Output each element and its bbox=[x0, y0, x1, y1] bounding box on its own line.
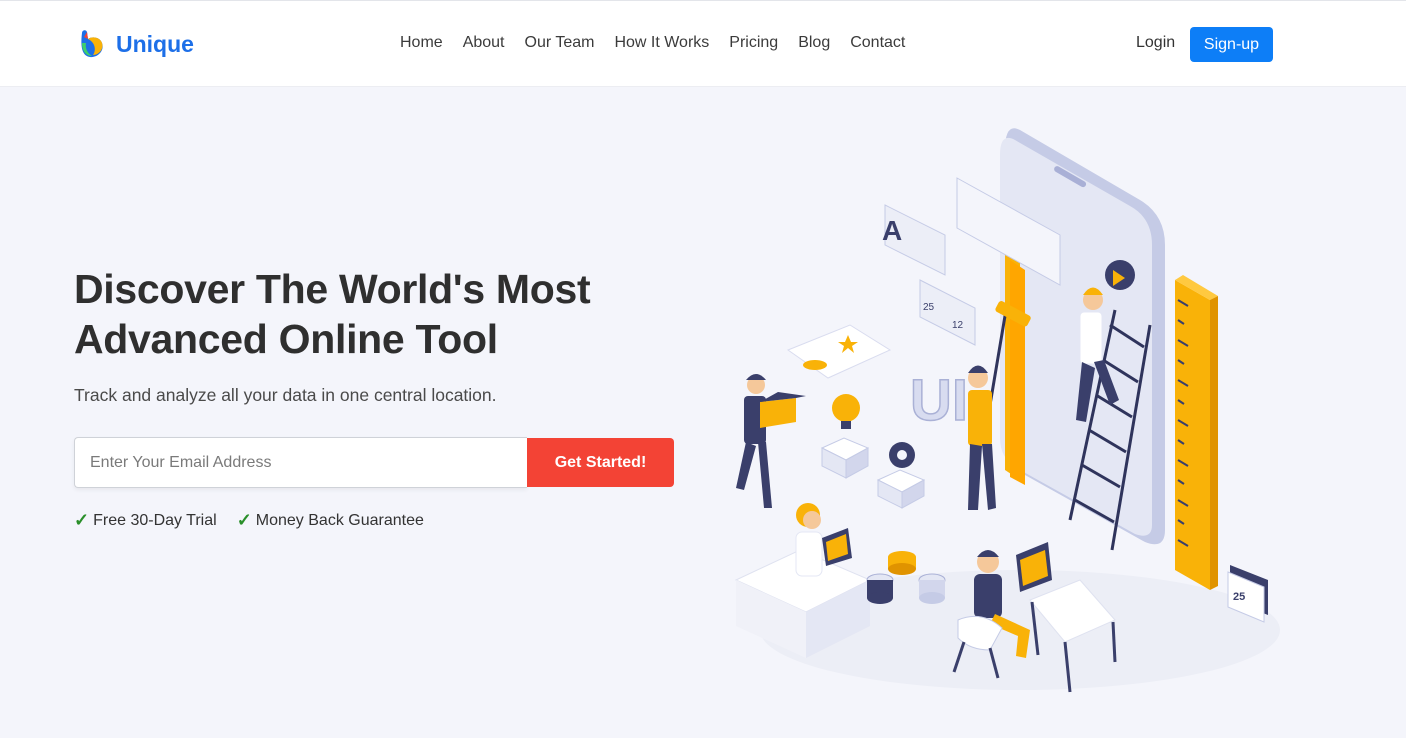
nav-links: Home About Our Team How It Works Pricing… bbox=[400, 34, 905, 52]
idea-box-graphic bbox=[820, 394, 870, 479]
feature-money-back: ✓ Money Back Guarantee bbox=[237, 510, 424, 531]
hero-subtitle: Track and analyze all your data in one c… bbox=[74, 385, 497, 405]
unique-logo-icon bbox=[81, 30, 103, 58]
nav-pricing[interactable]: Pricing bbox=[729, 34, 778, 52]
feature-free-trial: ✓ Free 30-Day Trial bbox=[74, 510, 217, 531]
login-link[interactable]: Login bbox=[1136, 34, 1175, 52]
ruler-graphic bbox=[1175, 275, 1218, 590]
hero-title: Discover The World's Most Advanced Onlin… bbox=[74, 266, 591, 362]
hero-illustration: UI A 25 12 25 bbox=[734, 128, 1280, 693]
nav-about[interactable]: About bbox=[463, 34, 505, 52]
svg-text:25: 25 bbox=[923, 302, 935, 313]
check-icon: ✓ bbox=[74, 510, 90, 530]
feature-label: Money Back Guarantee bbox=[255, 511, 424, 529]
email-input[interactable] bbox=[74, 437, 527, 488]
woman-laptop-graphic bbox=[734, 503, 872, 658]
ui-letters: UI bbox=[910, 368, 968, 433]
svg-text:12: 12 bbox=[952, 320, 964, 331]
feature-list: ✓ Free 30-Day Trial ✓ Money Back Guarant… bbox=[74, 510, 444, 531]
gear-box-graphic bbox=[876, 442, 926, 509]
signup-button[interactable]: Sign-up bbox=[1190, 27, 1273, 62]
nav-our-team[interactable]: Our Team bbox=[525, 34, 595, 52]
nav-blog[interactable]: Blog bbox=[798, 34, 830, 52]
svg-text:A: A bbox=[882, 215, 902, 246]
check-icon: ✓ bbox=[236, 510, 252, 530]
feature-label: Free 30-Day Trial bbox=[93, 511, 217, 529]
brand[interactable]: Unique bbox=[78, 29, 194, 59]
brand-name: Unique bbox=[116, 30, 194, 57]
get-started-button[interactable]: Get Started! bbox=[527, 438, 674, 487]
svg-text:25: 25 bbox=[1233, 591, 1245, 603]
navbar: Unique Home About Our Team How It Works … bbox=[0, 0, 1406, 87]
delivery-person-graphic bbox=[736, 374, 806, 508]
nav-home[interactable]: Home bbox=[400, 34, 443, 52]
email-signup-form: Get Started! bbox=[74, 437, 674, 488]
nav-contact[interactable]: Contact bbox=[850, 34, 905, 52]
nav-how-it-works[interactable]: How It Works bbox=[614, 34, 709, 52]
